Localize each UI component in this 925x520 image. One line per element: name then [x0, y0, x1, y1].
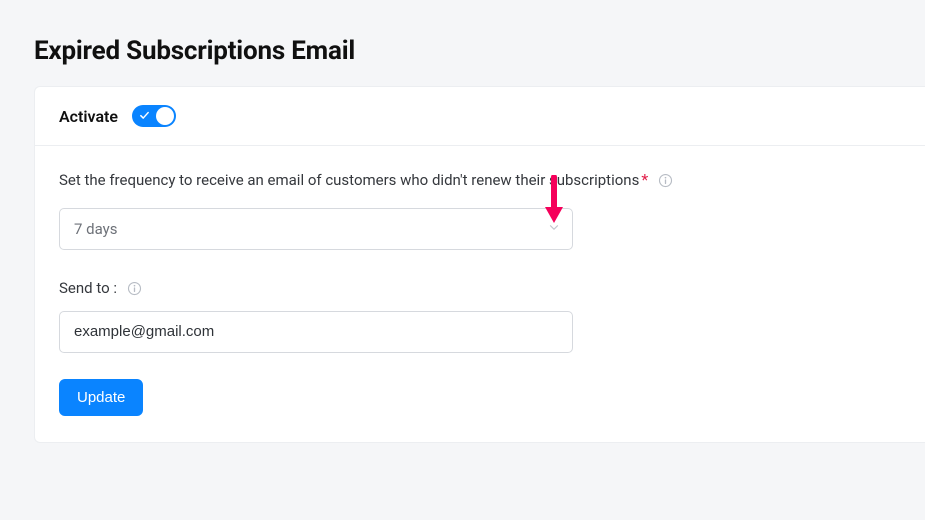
activate-label: Activate — [59, 107, 118, 126]
frequency-label: Set the frequency to receive an email of… — [59, 171, 639, 189]
frequency-field: Set the frequency to receive an email of… — [59, 168, 901, 250]
activate-toggle[interactable] — [132, 105, 176, 127]
check-icon — [139, 110, 149, 120]
send-to-label: Send to : — [59, 279, 117, 297]
info-icon[interactable] — [658, 173, 673, 188]
update-button[interactable]: Update — [59, 379, 143, 416]
settings-card: Activate Set the frequency to receive an… — [34, 86, 925, 443]
chevron-down-icon — [547, 219, 561, 238]
frequency-select-value: 7 days — [74, 220, 118, 238]
frequency-select[interactable]: 7 days — [59, 208, 573, 250]
card-body: Set the frequency to receive an email of… — [35, 146, 925, 442]
page-title: Expired Subscriptions Email — [34, 36, 925, 66]
send-to-input[interactable] — [59, 311, 573, 353]
card-header: Activate — [35, 87, 925, 146]
required-mark: * — [641, 170, 648, 189]
info-icon[interactable] — [127, 281, 142, 296]
send-to-field: Send to : — [59, 278, 901, 353]
toggle-knob — [156, 107, 174, 125]
